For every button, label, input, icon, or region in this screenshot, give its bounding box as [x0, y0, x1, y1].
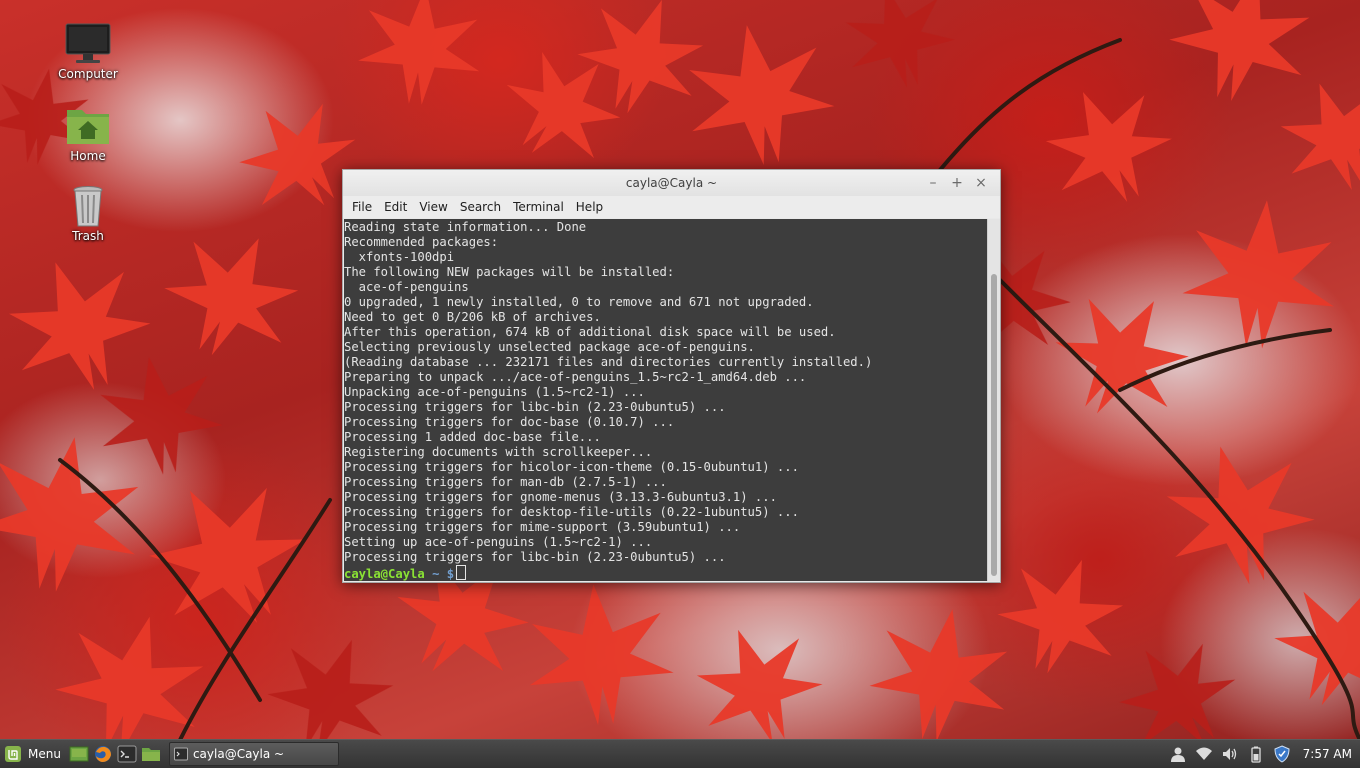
menu-edit[interactable]: Edit: [378, 200, 413, 214]
menu-search[interactable]: Search: [454, 200, 507, 214]
menu-help[interactable]: Help: [570, 200, 609, 214]
terminal-cursor: [456, 565, 467, 580]
taskbar: Menu cayla@Cayla ~ 7:57 AM: [0, 739, 1360, 768]
minimize-button[interactable]: –: [924, 174, 942, 192]
terminal-icon[interactable]: [117, 744, 137, 764]
terminal-scrollbar[interactable]: [987, 219, 1000, 581]
desktop-icon-computer[interactable]: Computer: [48, 22, 128, 81]
menu-file[interactable]: File: [346, 200, 378, 214]
terminal-line: Reading state information... Done: [344, 220, 587, 234]
task-item-label: cayla@Cayla ~: [192, 747, 285, 761]
desktop-icon-trash[interactable]: Trash: [48, 184, 128, 243]
window-menubar: File Edit View Search Terminal Help: [343, 196, 1000, 218]
terminal-window: cayla@Cayla ~ – + × File Edit View Searc…: [342, 169, 1001, 583]
desktop-icon-label: Trash: [72, 229, 104, 243]
terminal-line: Preparing to unpack .../ace-of-penguins_…: [344, 370, 807, 384]
close-icon: ×: [975, 175, 987, 191]
taskbar-window-terminal[interactable]: cayla@Cayla ~: [168, 742, 339, 766]
terminal-line: Processing triggers for gnome-menus (3.1…: [344, 490, 777, 504]
terminal-line: Processing triggers for libc-bin (2.23-0…: [344, 400, 726, 414]
terminal-line: 0 upgraded, 1 newly installed, 0 to remo…: [344, 295, 814, 309]
desktop-icon-home[interactable]: Home: [48, 104, 128, 163]
terminal-line: Processing triggers for man-db (2.7.5-1)…: [344, 475, 667, 489]
computer-icon: [64, 22, 112, 66]
minimize-icon: –: [929, 175, 937, 191]
volume-icon[interactable]: [1221, 745, 1239, 763]
user-icon[interactable]: [1169, 745, 1187, 763]
firefox-icon[interactable]: [93, 744, 113, 764]
terminal-line: After this operation, 674 kB of addition…: [344, 325, 836, 339]
shield-icon[interactable]: [1273, 745, 1291, 763]
terminal-line: Processing triggers for hicolor-icon-the…: [344, 460, 799, 474]
terminal-line: Setting up ace-of-penguins (1.5~rc2-1) .…: [344, 535, 653, 549]
menu-terminal[interactable]: Terminal: [507, 200, 570, 214]
terminal-line: Processing triggers for doc-base (0.10.7…: [344, 415, 675, 429]
terminal-line: xfonts-100dpi: [344, 250, 455, 264]
maximize-icon: +: [951, 175, 963, 191]
terminal-line: Need to get 0 B/206 kB of archives.: [344, 310, 601, 324]
mint-logo-icon: [5, 746, 21, 762]
terminal-line: ace-of-penguins: [344, 280, 469, 294]
terminal-line: Processing triggers for desktop-file-uti…: [344, 505, 799, 519]
clock[interactable]: 7:57 AM: [1303, 747, 1352, 761]
close-button[interactable]: ×: [972, 174, 990, 192]
terminal-line: Recommended packages:: [344, 235, 499, 249]
terminal-line: Registering documents with scrollkeeper.…: [344, 445, 653, 459]
show-desktop-icon[interactable]: [69, 744, 89, 764]
maximize-button[interactable]: +: [948, 174, 966, 192]
window-title: cayla@Cayla ~: [625, 176, 718, 190]
terminal-line: (Reading database ... 232171 files and d…: [344, 355, 873, 369]
desktop: Computer Home Trash cayla@Cayla ~ – + × …: [0, 0, 1360, 768]
terminal-output[interactable]: Reading state information... Done Recomme…: [344, 219, 987, 581]
terminal-line: The following NEW packages will be insta…: [344, 265, 675, 279]
terminal-line: Processing triggers for mime-support (3.…: [344, 520, 741, 534]
terminal-line: Processing triggers for libc-bin (2.23-0…: [344, 550, 726, 564]
prompt-symbol: $: [446, 567, 455, 581]
terminal-icon: [173, 747, 188, 761]
trash-icon: [64, 184, 112, 228]
start-menu-button[interactable]: Menu: [0, 740, 67, 768]
prompt-path: ~: [432, 567, 440, 581]
terminal-line: Processing 1 added doc-base file...: [344, 430, 601, 444]
terminal-lines: Reading state information... Done Recomme…: [344, 219, 987, 565]
menu-view[interactable]: View: [413, 200, 453, 214]
terminal-line: Unpacking ace-of-penguins (1.5~rc2-1) ..…: [344, 385, 645, 399]
battery-icon[interactable]: [1247, 745, 1265, 763]
scrollbar-thumb[interactable]: [991, 274, 997, 576]
prompt-user-host: cayla@Cayla: [344, 567, 425, 581]
files-icon[interactable]: [141, 744, 161, 764]
menu-label: Menu: [28, 747, 61, 761]
terminal-prompt[interactable]: cayla@Cayla ~ $: [344, 565, 987, 581]
terminal-line: Selecting previously unselected package …: [344, 340, 755, 354]
desktop-icon-label: Home: [70, 149, 106, 163]
home-folder-icon: [64, 104, 112, 148]
window-titlebar[interactable]: cayla@Cayla ~ – + ×: [343, 170, 1000, 196]
wifi-icon[interactable]: [1195, 745, 1213, 763]
desktop-icon-label: Computer: [58, 67, 118, 81]
system-tray: 7:57 AM: [1165, 740, 1360, 768]
